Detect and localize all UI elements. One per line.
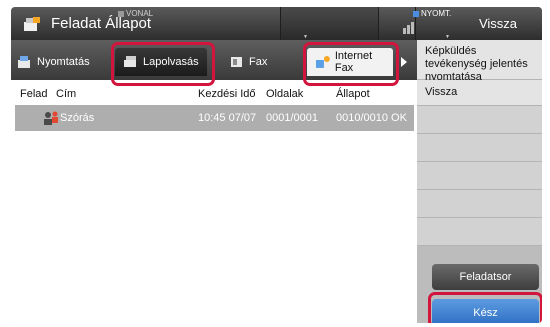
tab-label: Nyomtatás: [37, 56, 90, 68]
sidebar-back-button[interactable]: Vissza: [417, 80, 542, 106]
line-status-icon: [118, 10, 124, 17]
status-segment-blank: [281, 7, 379, 40]
done-button[interactable]: Kész: [432, 299, 539, 323]
action-panel: Képküldés tevékenység jelentés nyomtatás…: [417, 40, 542, 323]
scanner-icon: [124, 56, 136, 67]
empty-slot: [417, 190, 542, 218]
fax-icon: [231, 57, 242, 67]
column-header-sender: Felad: [20, 88, 48, 100]
printer-icon: [18, 56, 30, 68]
table-row[interactable]: Szórás 10:45 07/07 0001/0001 0010/0010 O…: [15, 105, 414, 131]
job-status-screen: Feladat Állapot VONAL NYOMT. ▼ ▼ Vissza …: [11, 7, 542, 323]
job-progress-icon: [403, 22, 414, 34]
empty-slot: [417, 134, 542, 162]
tab-scan[interactable]: Lapolvasás: [115, 48, 207, 76]
job-status: 0010/0010 OK: [336, 112, 407, 124]
empty-slot: [417, 162, 542, 190]
tab-label: Fax: [249, 56, 268, 68]
tab-fax[interactable]: Fax: [223, 48, 293, 76]
print-indicator: NYOMT.: [413, 9, 451, 18]
line-indicator: VONAL: [118, 9, 153, 18]
broadcast-users-icon: [44, 111, 58, 125]
tab-internet-fax[interactable]: Internet Fax: [307, 48, 393, 76]
status-indicator: [280, 7, 416, 40]
tab-label: Internet Fax: [334, 50, 373, 74]
column-header-title: Cím: [56, 88, 77, 100]
job-status-icon: [24, 17, 40, 31]
tab-label: Lapolvasás: [143, 56, 199, 68]
tab-strip: Nyomtatás Lapolvasás Fax Internet Fax: [11, 40, 417, 80]
job-pages: 0001/0001: [266, 112, 318, 124]
empty-slot: [417, 106, 542, 134]
tab-print[interactable]: Nyomtatás: [17, 48, 99, 76]
job-start-time: 10:45 07/07: [198, 112, 257, 124]
title-bar: Feladat Állapot VONAL NYOMT. ▼ ▼ Vissza: [11, 7, 542, 40]
internet-fax-icon: [315, 56, 330, 68]
job-queue-button[interactable]: Feladatsor: [432, 264, 539, 290]
print-label: NYOMT.: [421, 9, 452, 18]
print-image-send-report-button[interactable]: Képküldés tevékenység jelentés nyomtatás…: [417, 40, 542, 83]
column-header-pages: Oldalak: [266, 88, 304, 100]
column-header-start-time: Kezdési Idő: [198, 88, 256, 100]
line-label: VONAL: [126, 9, 154, 18]
print-status-icon: [413, 10, 419, 17]
tab-scroll-right-icon[interactable]: [401, 57, 407, 67]
job-list: Felad Cím Kezdési Idő Oldalak Állapot Sz…: [11, 80, 417, 323]
column-header-status: Állapot: [336, 88, 370, 100]
empty-slot: [417, 218, 542, 246]
job-title: Szórás: [60, 112, 95, 124]
back-button[interactable]: Vissza: [454, 7, 542, 40]
